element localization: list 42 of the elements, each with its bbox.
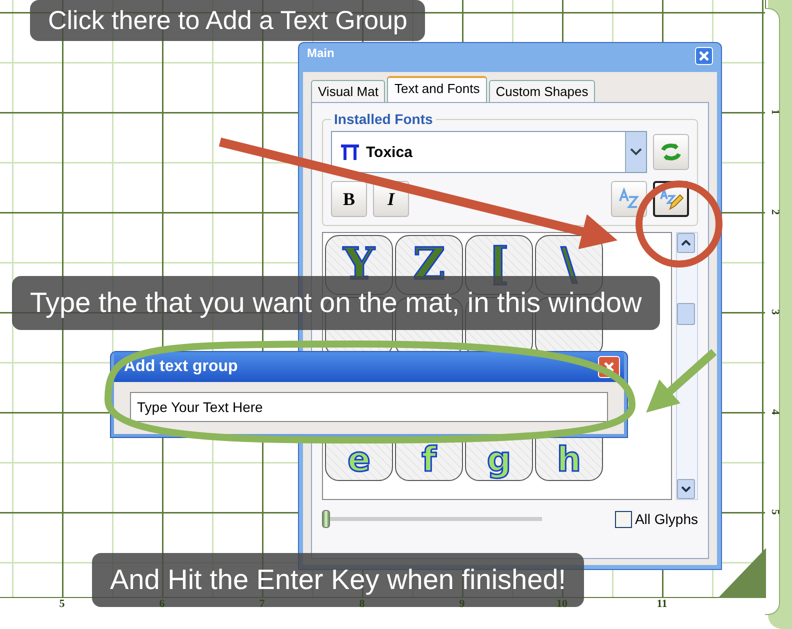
group-title: Installed Fonts (333, 111, 434, 127)
ruler-number: 8 (358, 598, 366, 610)
font-name: Toxica (366, 144, 412, 160)
ruler-number: 11 (656, 598, 668, 610)
ruler-number: 1 (768, 108, 782, 117)
refresh-icon (659, 141, 683, 163)
ruler-number: 4 (768, 408, 782, 417)
pointer-arrow (646, 349, 717, 413)
tab[interactable]: Visual Mat (311, 80, 386, 102)
ruler-number: 6 (158, 598, 166, 610)
scroll-up-button[interactable] (677, 233, 695, 253)
checkbox[interactable] (614, 510, 632, 528)
ruler-number: 3 (768, 308, 782, 317)
close-icon (603, 361, 615, 373)
tab[interactable]: Custom Shapes (488, 80, 596, 102)
caret-icon (681, 240, 691, 246)
caret-icon (630, 148, 642, 156)
scroll-down-button[interactable] (677, 479, 695, 499)
ruler-number: 9 (458, 598, 466, 610)
slider-thumb[interactable] (322, 510, 330, 528)
ruler-number: 10 (556, 598, 568, 610)
caret-icon (681, 486, 691, 492)
font-style-button[interactable] (611, 181, 647, 217)
tutorial-tooltip: Type the that you want on the mat, in this window (12, 276, 660, 330)
close-button[interactable] (695, 47, 713, 65)
checkbox-label: All Glyphs (634, 511, 698, 527)
window-title: Main (307, 46, 334, 60)
ruler-number: 7 (258, 598, 266, 610)
refresh-button[interactable] (653, 134, 689, 170)
scrollbar-thumb[interactable] (677, 303, 695, 325)
bold-button[interactable]: B (331, 181, 367, 217)
ruler-number: 5 (58, 598, 66, 610)
ruler-number: 5 (768, 508, 782, 517)
font-dropdown[interactable]: Toxica (331, 131, 647, 173)
text-input-field[interactable]: Type Your Text Here (130, 392, 608, 422)
font-icon (340, 144, 360, 160)
close-icon (698, 50, 710, 62)
ruler-number: 2 (768, 208, 782, 217)
corner-triangle (718, 548, 766, 598)
letters-icon (617, 187, 641, 211)
tab[interactable]: Text and Fonts (387, 76, 487, 102)
tutorial-tooltip: Click there to Add a Text Group (30, 0, 426, 41)
